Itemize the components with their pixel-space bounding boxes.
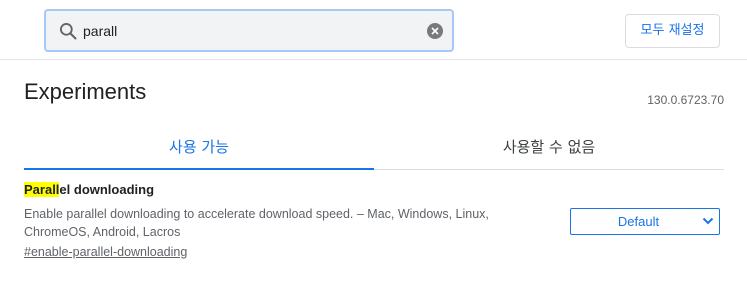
search-input[interactable] [83, 19, 413, 43]
tab-available[interactable]: 사용 가능 [24, 127, 374, 170]
experiment-state-select[interactable]: Default [570, 208, 720, 235]
tab-unavailable[interactable]: 사용할 수 없음 [374, 127, 724, 170]
search-icon [59, 23, 77, 40]
description-line-1: Enable parallel downloading to accelerat… [24, 207, 489, 221]
select-value: Default [617, 214, 660, 229]
experiment-description: Enable parallel downloading to accelerat… [24, 205, 544, 241]
version-label: 130.0.6723.70 [647, 93, 724, 107]
search-match-highlight: Parall [24, 182, 60, 197]
description-line-2: ChromeOS, Android, Lacros [24, 225, 181, 239]
top-bar: 모두 재설정 [0, 0, 747, 60]
page-title: Experiments [24, 79, 147, 104]
experiment-name: Parallel downloading [24, 182, 154, 197]
search-box[interactable] [44, 9, 454, 52]
chevron-down-icon [702, 217, 714, 225]
experiment-link[interactable]: #enable-parallel-downloading [24, 245, 187, 259]
reset-all-button[interactable]: 모두 재설정 [625, 14, 720, 48]
experiment-name-rest: el downloading [59, 182, 155, 197]
clear-icon[interactable] [427, 23, 443, 39]
